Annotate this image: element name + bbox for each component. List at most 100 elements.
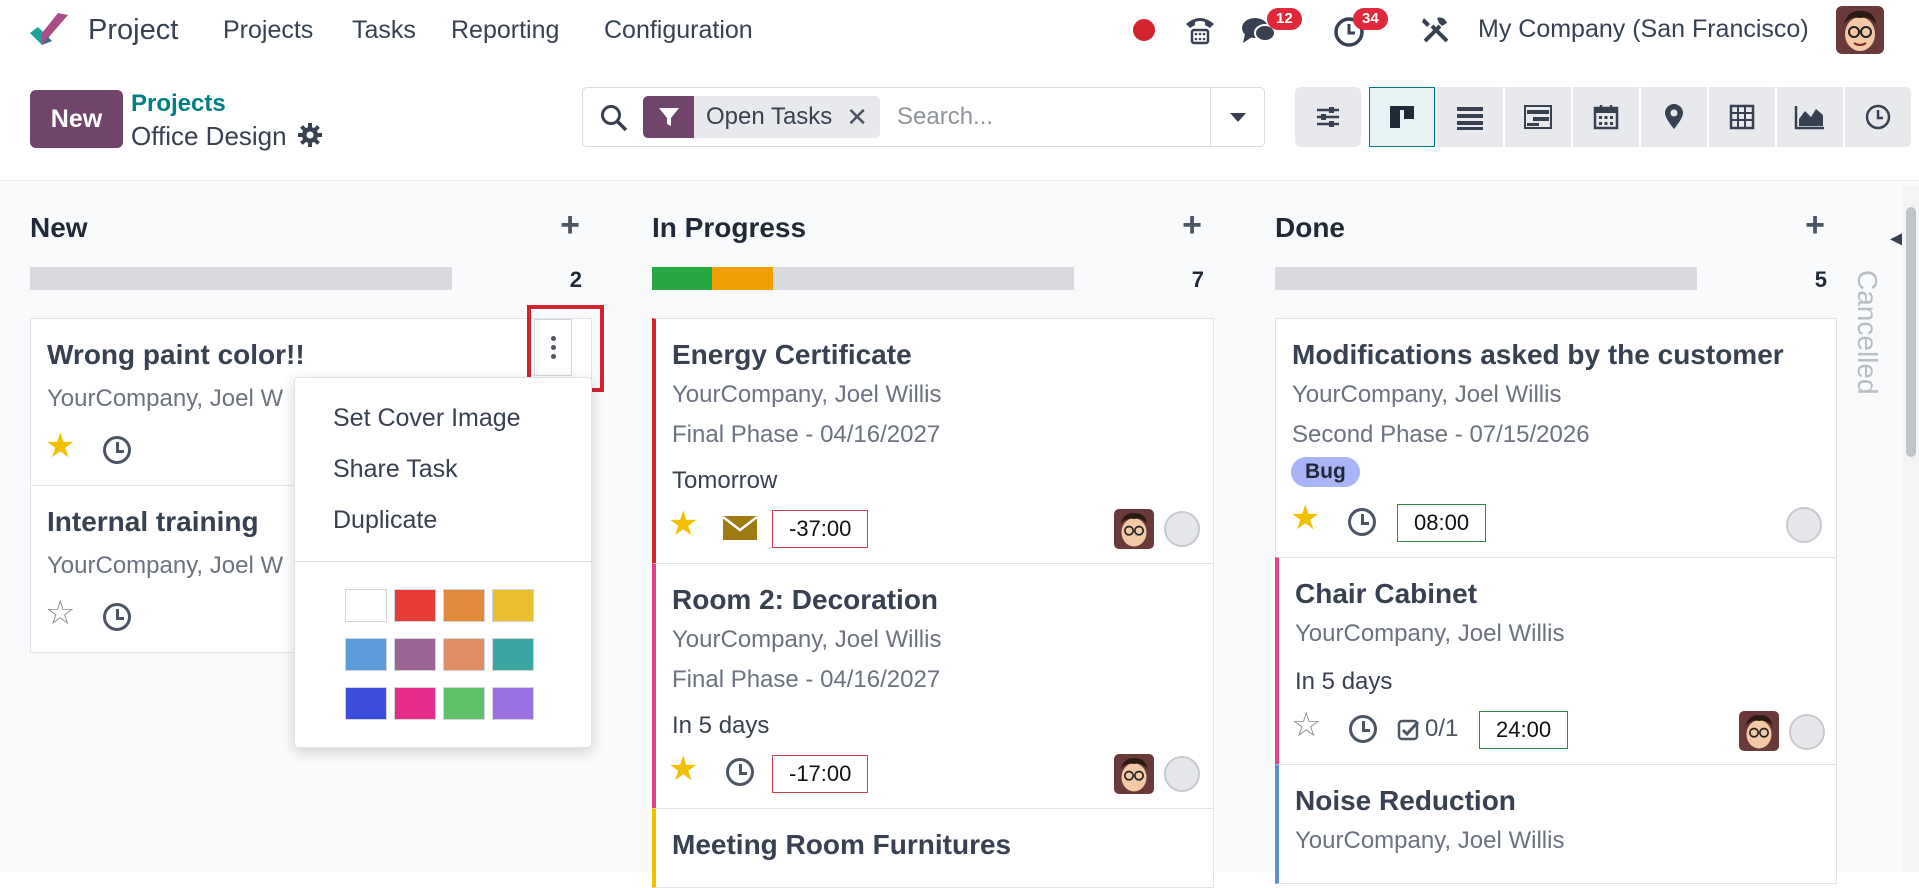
progress-segment[interactable] [712,267,773,290]
view-activity[interactable] [1845,87,1911,147]
menu-projects[interactable]: Projects [223,16,313,45]
view-switcher [1295,87,1913,147]
scrollbar-thumb[interactable] [1906,207,1916,457]
view-gantt[interactable] [1505,87,1571,147]
column-title[interactable]: In Progress [652,212,806,244]
add-task-icon[interactable]: + [1182,208,1202,242]
activity-badge: 34 [1353,8,1388,30]
kanban-state-indicator[interactable] [1786,507,1822,543]
task-card[interactable]: Modifications asked by the customer Your… [1275,318,1837,558]
view-graph[interactable] [1777,87,1843,147]
app-title[interactable]: Project [88,14,178,47]
column-progress-bar[interactable] [652,267,1074,290]
assignee-avatar[interactable] [1739,711,1779,751]
graph-icon [1794,106,1824,130]
color-swatch[interactable] [443,589,485,622]
kanban-state-indicator[interactable] [1164,511,1200,547]
task-card[interactable]: Chair Cabinet YourCompany, Joel Willis I… [1275,557,1837,765]
gear-icon[interactable] [297,122,323,148]
task-card[interactable]: Noise Reduction YourCompany, Joel Willis [1275,764,1837,884]
color-swatch[interactable] [345,638,387,671]
task-card[interactable]: Room 2: Decoration YourCompany, Joel Wil… [652,563,1214,809]
kanban-icon [1390,106,1414,128]
task-customer: YourCompany, Joel Willis [672,381,942,408]
filter-settings-button[interactable] [1295,87,1361,147]
user-avatar[interactable] [1836,6,1884,54]
color-swatch[interactable] [443,638,485,671]
star-outline-icon[interactable]: ☆ [1291,708,1321,742]
progress-segment[interactable] [652,267,713,290]
task-card[interactable]: Meeting Room Furnitures [652,808,1214,888]
project-app-logo[interactable] [28,11,72,49]
add-task-icon[interactable]: + [1805,208,1825,242]
task-customer: YourCompany, Joel W [47,552,284,579]
column-count: 7 [1191,267,1204,292]
menu-configuration[interactable]: Configuration [604,16,753,45]
task-title: Energy Certificate [672,339,912,370]
add-task-icon[interactable]: + [560,208,580,242]
search-icon[interactable] [600,104,628,132]
column-progress-bar[interactable] [30,267,452,290]
color-swatch[interactable] [443,687,485,720]
view-calendar[interactable] [1573,87,1639,147]
clock-icon[interactable] [1349,715,1377,743]
color-swatch[interactable] [492,638,534,671]
task-title: Room 2: Decoration [672,584,939,615]
color-swatch[interactable] [492,687,534,720]
phone-icon[interactable] [1183,14,1217,46]
task-milestone: Final Phase - 04/16/2027 [672,421,941,448]
menu-item-share-task[interactable]: Share Task [333,455,458,484]
column-title[interactable]: Done [1275,212,1345,244]
search-input[interactable] [897,97,1197,137]
company-switcher[interactable]: My Company (San Francisco) [1478,15,1809,44]
facet-remove-icon[interactable]: ✕ [844,96,880,138]
view-list[interactable] [1437,87,1503,147]
checklist-icon[interactable] [1397,718,1421,742]
clock-icon[interactable] [726,758,754,786]
breadcrumb-projects[interactable]: Projects [131,90,226,118]
column-title[interactable]: New [30,212,88,244]
task-card[interactable]: Energy Certificate YourCompany, Joel Wil… [652,318,1214,564]
star-icon[interactable]: ★ [45,429,75,463]
color-swatch[interactable] [492,589,534,622]
subtasks-count: 0/1 [1425,715,1459,742]
envelope-icon[interactable] [722,515,758,541]
color-swatch[interactable] [345,687,387,720]
assignee-avatar[interactable] [1114,754,1154,794]
kanban-state-indicator[interactable] [1164,756,1200,792]
view-map[interactable] [1641,87,1707,147]
new-button[interactable]: New [30,90,123,148]
folded-column-cancelled[interactable]: Cancelled [1851,270,1883,395]
column-progress-bar[interactable] [1275,267,1697,290]
star-icon[interactable]: ★ [668,752,698,786]
debug-tools-icon[interactable] [1420,14,1452,46]
menu-item-set-cover-image[interactable]: Set Cover Image [333,404,521,433]
menu-tasks[interactable]: Tasks [352,16,416,45]
color-swatch[interactable] [345,589,387,622]
color-swatch[interactable] [394,589,436,622]
search-bar: Open Tasks ✕ [582,87,1265,147]
record-indicator-icon[interactable] [1133,19,1155,41]
view-kanban[interactable] [1369,87,1435,147]
clock-icon[interactable] [103,436,131,464]
task-deadline: In 5 days [1295,668,1393,695]
star-outline-icon[interactable]: ☆ [45,596,75,630]
star-icon[interactable]: ★ [1290,501,1320,535]
kanban-state-indicator[interactable] [1789,714,1825,750]
menu-item-duplicate[interactable]: Duplicate [333,506,437,535]
task-deadline: In 5 days [672,712,770,739]
clock-icon[interactable] [1348,508,1376,536]
allocated-hours: 08:00 [1397,504,1487,542]
search-options-toggle[interactable] [1210,88,1264,146]
task-customer: YourCompany, Joel Willis [1295,827,1565,854]
view-pivot[interactable] [1709,87,1775,147]
clock-icon[interactable] [103,603,131,631]
activity-icon [1865,104,1891,130]
chat-badge: 12 [1267,8,1302,30]
assignee-avatar[interactable] [1114,509,1154,549]
color-swatch[interactable] [394,687,436,720]
color-swatch[interactable] [394,638,436,671]
star-icon[interactable]: ★ [668,507,698,541]
task-customer: YourCompany, Joel Willis [1295,620,1565,647]
menu-reporting[interactable]: Reporting [451,16,559,45]
